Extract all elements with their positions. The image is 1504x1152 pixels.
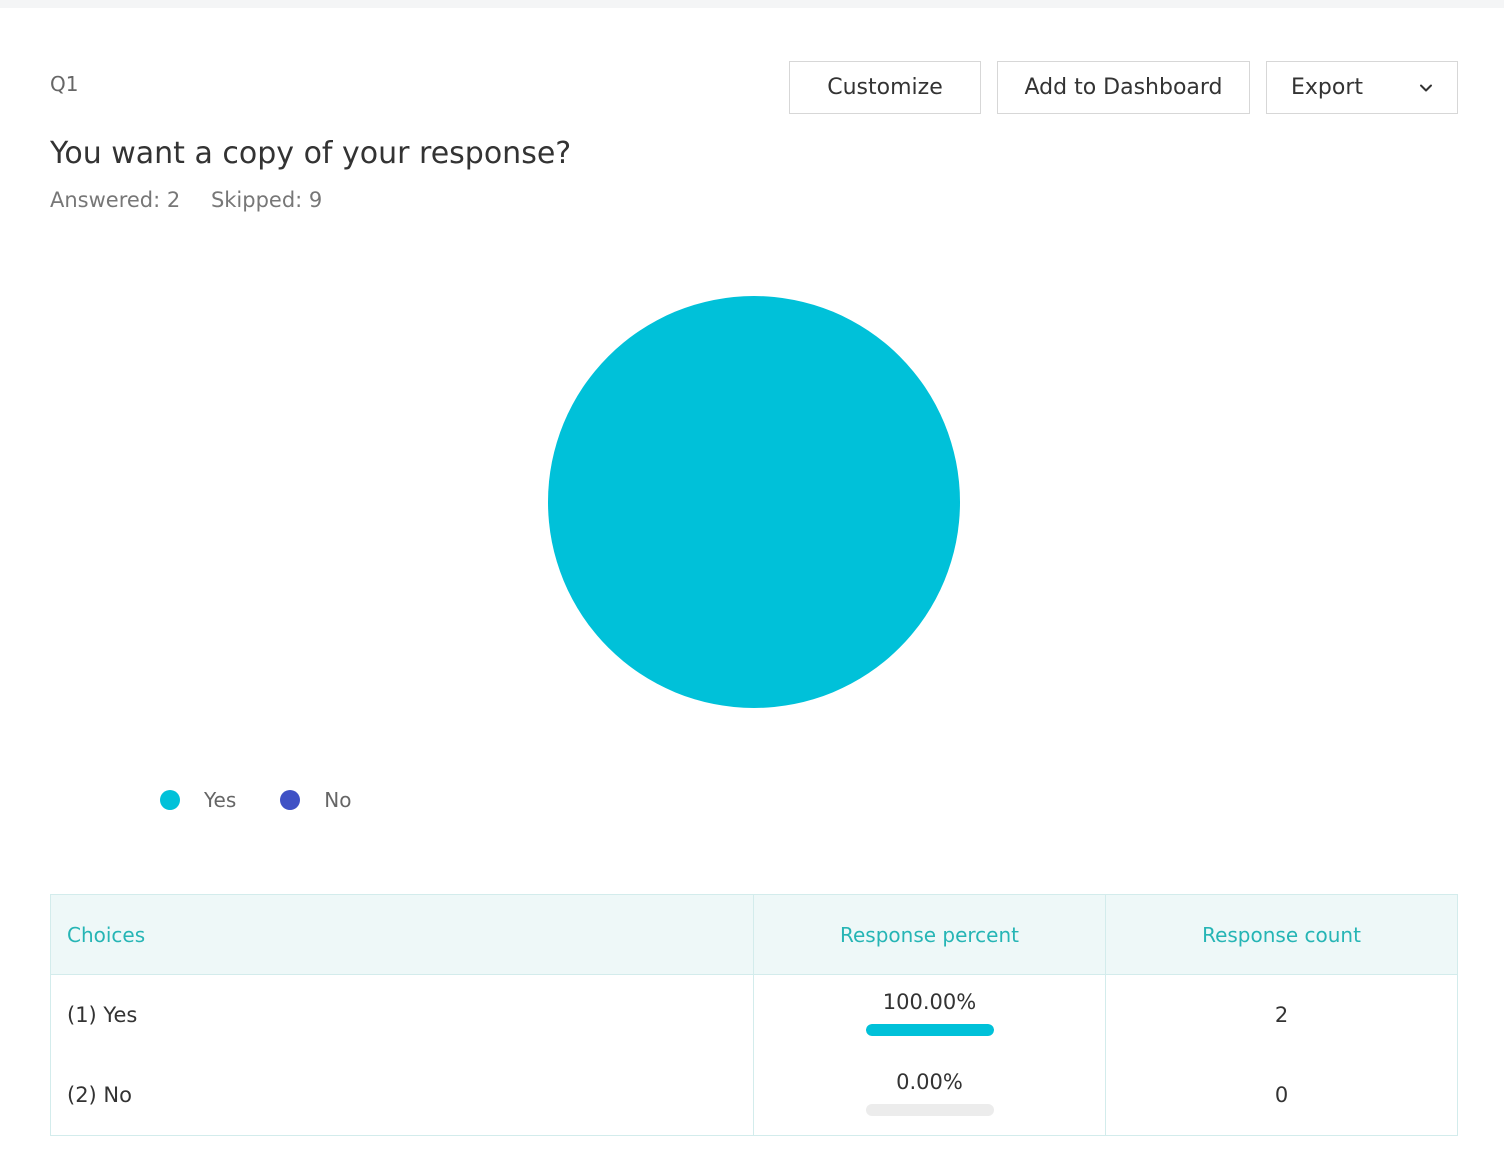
legend-label-no: No (324, 788, 352, 812)
choice-cell: (2) No (51, 1055, 754, 1135)
top-strip (0, 0, 1504, 8)
percent-text: 100.00% (882, 990, 977, 1014)
customize-button[interactable]: Customize (789, 61, 981, 114)
legend-item-yes[interactable]: Yes (160, 788, 236, 812)
question-number: Q1 (50, 72, 79, 96)
question-title: You want a copy of your response? (50, 136, 572, 171)
count-cell: 2 (1274, 1003, 1289, 1027)
chevron-down-icon (1420, 84, 1432, 92)
header-response-percent: Response percent (754, 895, 1106, 974)
chart-legend: Yes No (160, 788, 396, 812)
legend-item-no[interactable]: No (280, 788, 352, 812)
response-stats: Answered: 2 Skipped: 9 (50, 188, 346, 212)
percent-cell: 0.00% (754, 1055, 1106, 1135)
skipped-count: Skipped: 9 (210, 188, 323, 212)
pie-chart (547, 295, 961, 709)
legend-dot-no (280, 790, 301, 810)
header-choices: Choices (51, 895, 754, 974)
answered-count: Answered: 2 (50, 188, 181, 212)
percent-bar-track (865, 1104, 994, 1116)
header-response-count: Response count (1202, 922, 1361, 947)
legend-label-yes: Yes (204, 788, 237, 812)
table-header: Choices Response percent Response count (51, 895, 1457, 975)
table-row: (1) Yes 100.00% 2 (51, 975, 1457, 1055)
results-table: Choices Response percent Response count … (50, 894, 1458, 1136)
add-to-dashboard-button[interactable]: Add to Dashboard (997, 61, 1250, 114)
count-cell: 0 (1274, 1083, 1289, 1107)
export-label: Export (1291, 75, 1364, 100)
percent-bar-fill (865, 1024, 994, 1036)
pie-slice-yes[interactable] (548, 296, 960, 708)
legend-dot-yes (160, 790, 180, 810)
table-body: (1) Yes 100.00% 2 (2) No 0.00% 0 (51, 975, 1457, 1135)
export-dropdown-button[interactable]: Export (1266, 61, 1458, 114)
choice-cell: (1) Yes (51, 975, 754, 1055)
table-row: (2) No 0.00% 0 (51, 1055, 1457, 1135)
percent-bar-track (865, 1024, 994, 1036)
pie-chart-svg (548, 296, 960, 708)
percent-cell: 100.00% (754, 975, 1106, 1055)
percent-text: 0.00% (896, 1070, 963, 1094)
